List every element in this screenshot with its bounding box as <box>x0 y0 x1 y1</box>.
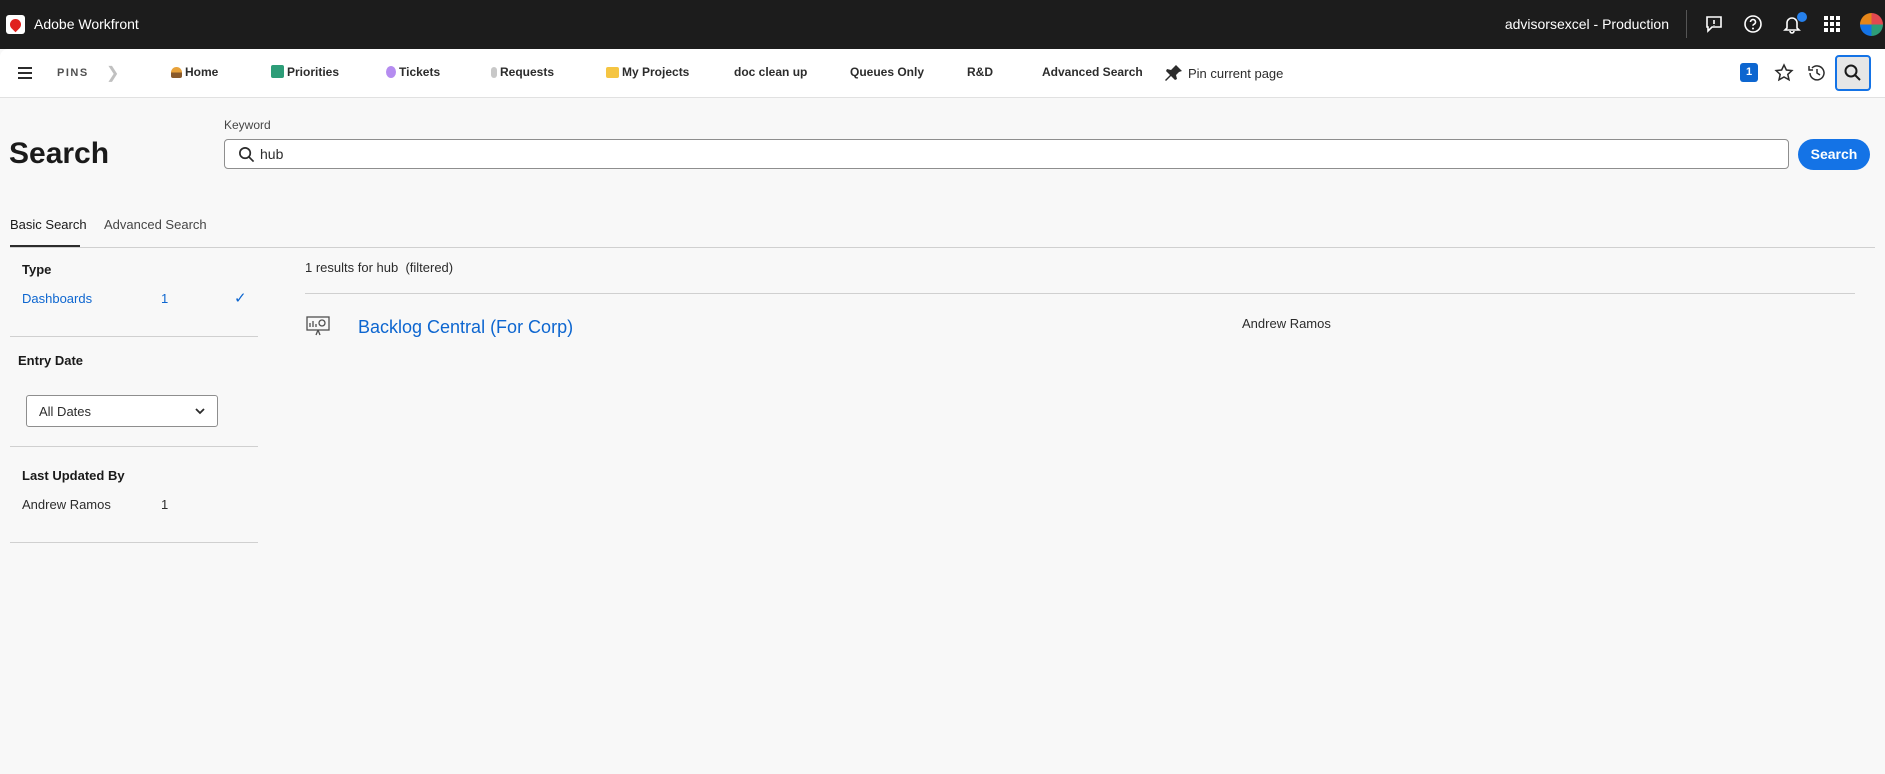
facet-divider <box>10 446 258 447</box>
pin-my-projects[interactable]: My Projects <box>606 65 689 79</box>
search-button[interactable]: Search <box>1798 139 1870 170</box>
star-icon[interactable] <box>1773 62 1795 84</box>
pin-requests[interactable]: Requests <box>491 65 554 79</box>
result-title-link[interactable]: Backlog Central (For Corp) <box>358 317 573 338</box>
history-icon[interactable] <box>1806 62 1828 84</box>
menu-icon[interactable] <box>18 67 32 79</box>
facet-type-dashboards[interactable]: Dashboards <box>22 291 92 306</box>
tickets-emoji-icon <box>386 66 396 78</box>
pin-queues-only[interactable]: Queues Only <box>850 65 924 79</box>
global-search-button[interactable] <box>1835 55 1871 91</box>
keyword-label: Keyword <box>224 118 271 132</box>
app-name[interactable]: Adobe Workfront <box>34 16 139 32</box>
facet-last-updated-andrew-ramos[interactable]: Andrew Ramos <box>22 497 111 512</box>
checkmark-icon: ✓ <box>234 290 247 307</box>
dashboard-icon <box>306 316 330 336</box>
pin-current-label: Pin current page <box>1188 66 1284 81</box>
apps-grid-icon[interactable] <box>1821 13 1843 35</box>
pin-label: Requests <box>500 65 555 79</box>
pin-tickets[interactable]: Tickets <box>386 65 440 79</box>
pin-label: Home <box>185 65 219 79</box>
home-emoji-icon <box>171 67 182 78</box>
requests-emoji-icon <box>491 67 497 78</box>
environment-name: advisorsexcel - Production <box>1504 16 1669 32</box>
help-icon[interactable] <box>1742 13 1764 35</box>
search-icon <box>1844 64 1861 81</box>
pin-label: My Projects <box>622 65 690 79</box>
pin-advanced-search[interactable]: Advanced Search <box>1042 65 1143 79</box>
pin-current-page[interactable]: Pin current page <box>1164 64 1283 82</box>
global-header: Adobe Workfront advisorsexcel - Producti… <box>0 0 1885 49</box>
pin-priorities[interactable]: Priorities <box>271 65 339 79</box>
feedback-icon[interactable] <box>1703 13 1725 35</box>
keyword-search-input[interactable]: hub <box>224 139 1789 169</box>
notification-dot <box>1797 12 1807 22</box>
facet-last-updated-title: Last Updated By <box>22 468 125 483</box>
pin-home[interactable]: Home <box>171 65 218 79</box>
pin-icon <box>1165 65 1182 81</box>
tab-basic-search[interactable]: Basic Search <box>10 217 87 232</box>
adobe-workfront-logo[interactable] <box>6 15 25 34</box>
tab-advanced-search[interactable]: Advanced Search <box>104 217 207 232</box>
results-divider <box>305 293 1855 294</box>
entry-date-value: All Dates <box>39 404 92 419</box>
facet-divider <box>10 542 258 543</box>
folder-emoji-icon <box>606 67 619 78</box>
header-divider <box>1686 10 1687 38</box>
pin-label: Tickets <box>399 65 441 79</box>
avatar[interactable] <box>1860 13 1883 36</box>
pins-label: PINS <box>57 67 89 79</box>
chevron-right-icon: ❯ <box>106 65 120 82</box>
pins-bar: PINS ❯ Home Priorities Tickets Requests … <box>0 49 1885 98</box>
search-icon <box>239 147 255 163</box>
facet-divider <box>10 336 258 337</box>
facet-type-count: 1 <box>161 291 169 306</box>
facet-last-updated-count: 1 <box>161 497 169 512</box>
pin-doc-clean-up[interactable]: doc clean up <box>734 65 807 79</box>
entry-date-select[interactable]: All Dates <box>26 395 218 427</box>
tabs-divider <box>10 247 1875 248</box>
keyword-value[interactable]: hub <box>260 146 283 162</box>
results-summary: 1 results for hub (filtered) <box>305 260 454 275</box>
checkbox-emoji-icon <box>271 65 284 78</box>
result-owner: Andrew Ramos <box>1242 316 1331 331</box>
chevron-down-icon <box>195 408 205 415</box>
pin-r-and-d[interactable]: R&D <box>967 65 993 79</box>
pin-label: Priorities <box>287 65 340 79</box>
count-badge[interactable]: 1 <box>1740 63 1758 82</box>
facet-type-title: Type <box>22 262 52 277</box>
page-title: Search <box>9 137 110 170</box>
facet-entry-date-title: Entry Date <box>18 353 84 368</box>
